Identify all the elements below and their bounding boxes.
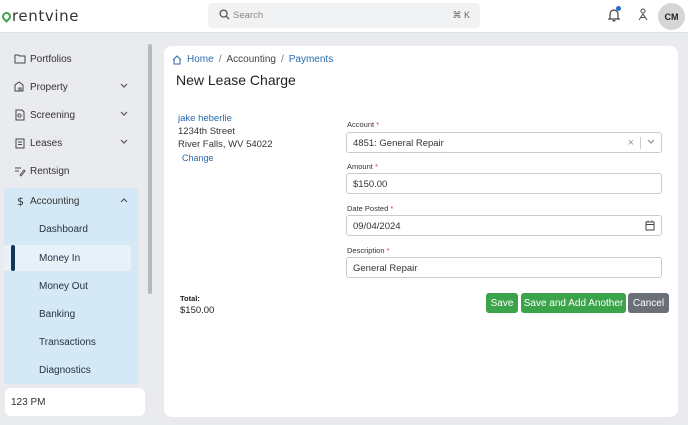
required-mark: * <box>390 204 394 213</box>
chevron-down-icon[interactable] <box>647 139 655 145</box>
breadcrumb-home[interactable]: Home <box>187 54 214 65</box>
date-posted-value: 09/04/2024 <box>353 221 401 232</box>
leaf-icon <box>0 9 13 23</box>
user-menu-button[interactable] <box>637 8 649 25</box>
search-icon <box>219 9 230 20</box>
description-label-text: Description <box>347 246 385 255</box>
notification-dot <box>616 6 621 11</box>
main-card: Home / Accounting / Payments New Lease C… <box>164 46 678 417</box>
sidebar-item-property[interactable]: Property <box>4 74 138 100</box>
top-bar: rentvine Search ⌘ K CM <box>0 0 688 33</box>
sidebar-item-label: Leases <box>30 138 63 149</box>
date-posted-label-text: Date Posted <box>347 204 389 213</box>
logo-text: rentvine <box>12 7 80 25</box>
account-label-text: Account <box>347 120 375 129</box>
building-icon <box>14 81 24 92</box>
subitem-label: Money Out <box>39 281 88 292</box>
sidebar-subitem-diagnostics[interactable]: Diagnostics <box>4 357 138 383</box>
sidebar-item-rentsign[interactable]: Rentsign <box>4 158 138 184</box>
sidebar-item-portfolios[interactable]: Portfolios <box>4 46 138 72</box>
subitem-label: Banking <box>39 309 76 320</box>
tenant-street: 1234th Street <box>178 126 236 137</box>
clear-icon[interactable]: × <box>628 137 634 149</box>
sidebar-subitem-money-in[interactable]: Money In <box>4 245 131 271</box>
amount-value: $150.00 <box>353 179 388 190</box>
time-display: 123 PM <box>5 388 145 416</box>
chevron-down-icon <box>120 83 128 88</box>
home-icon <box>172 54 182 64</box>
chevron-down-icon <box>120 139 128 144</box>
chevron-up-icon <box>120 198 128 203</box>
description-value: General Repair <box>353 263 418 274</box>
subitem-label: Money In <box>39 253 81 264</box>
sidebar-subitem-dashboard[interactable]: Dashboard <box>4 216 138 242</box>
clipboard-icon <box>15 138 25 149</box>
chevron-down-icon <box>120 111 128 116</box>
tenant-city: River Falls, WV 54022 <box>178 139 273 150</box>
search-bar[interactable]: Search ⌘ K <box>208 3 480 28</box>
svg-text:$: $ <box>17 195 24 207</box>
sidebar-item-leases[interactable]: Leases <box>4 130 138 156</box>
notifications-button[interactable] <box>607 6 621 25</box>
subitem-label: Transactions <box>39 337 96 348</box>
time-label: 123 PM <box>11 397 46 408</box>
account-label: Account * <box>347 120 379 129</box>
account-select[interactable]: 4851: General Repair × <box>346 132 662 153</box>
search-shortcut: ⌘ K <box>452 10 470 20</box>
account-value: 4851: General Repair <box>353 138 444 149</box>
dollar-icon: $ <box>17 195 24 207</box>
description-label: Description * <box>347 246 390 255</box>
sidebar-item-label: Screening <box>30 110 76 121</box>
breadcrumb-payments[interactable]: Payments <box>289 54 333 65</box>
date-posted-input[interactable]: 09/04/2024 <box>346 215 662 236</box>
subitem-label: Dashboard <box>39 224 88 235</box>
sidebar-item-label: Accounting <box>30 196 80 207</box>
sidebar-item-screening[interactable]: Screening <box>4 102 138 128</box>
search-placeholder: Search <box>233 10 264 21</box>
folder-icon <box>14 54 26 64</box>
tenant-info: jake heberlie 1234th Street River Falls,… <box>178 112 273 165</box>
amount-label: Amount * <box>347 162 378 171</box>
tenant-name-link[interactable]: jake heberlie <box>178 113 232 124</box>
sign-icon <box>15 167 26 177</box>
person-icon <box>638 8 648 21</box>
required-mark: * <box>376 120 380 129</box>
rentvine-logo[interactable]: rentvine <box>0 7 80 25</box>
avatar[interactable]: CM <box>658 3 685 30</box>
total-label: Total: <box>180 294 200 303</box>
sidebar-scrollbar[interactable] <box>148 44 152 294</box>
sidebar-item-label: Rentsign <box>30 166 70 177</box>
breadcrumb: Home / Accounting / Payments <box>172 54 333 65</box>
amount-label-text: Amount <box>347 162 373 171</box>
save-and-add-another-button[interactable]: Save and Add Another <box>521 293 626 313</box>
cancel-button[interactable]: Cancel <box>628 293 669 313</box>
sidebar-item-label: Property <box>30 82 68 93</box>
change-tenant-link[interactable]: Change <box>182 152 273 165</box>
sidebar: Portfolios Property Screening Leases Ren… <box>0 44 145 384</box>
sidebar-subitem-transactions[interactable]: Transactions <box>4 329 138 355</box>
calendar-icon[interactable] <box>645 220 655 231</box>
description-input[interactable]: General Repair <box>346 257 662 278</box>
sidebar-subitem-money-out[interactable]: Money Out <box>4 273 138 299</box>
required-mark: * <box>374 162 378 171</box>
breadcrumb-accounting[interactable]: Accounting <box>226 54 275 65</box>
amount-input[interactable]: $150.00 <box>346 173 662 194</box>
total-value: $150.00 <box>180 305 215 316</box>
breadcrumb-separator: / <box>218 54 222 65</box>
date-posted-label: Date Posted * <box>347 204 393 213</box>
total-summary: Total: $150.00 <box>180 294 214 316</box>
document-search-icon <box>15 109 25 121</box>
sidebar-item-label: Portfolios <box>30 54 72 65</box>
save-button[interactable]: Save <box>486 293 518 313</box>
select-divider <box>640 137 641 149</box>
subitem-label: Diagnostics <box>39 365 91 376</box>
page-title: New Lease Charge <box>176 72 296 88</box>
sidebar-item-accounting[interactable]: $ Accounting <box>4 188 138 214</box>
sidebar-subitem-banking[interactable]: Banking <box>4 301 138 327</box>
active-indicator <box>11 245 15 271</box>
breadcrumb-separator: / <box>280 54 284 65</box>
required-mark: * <box>386 246 390 255</box>
